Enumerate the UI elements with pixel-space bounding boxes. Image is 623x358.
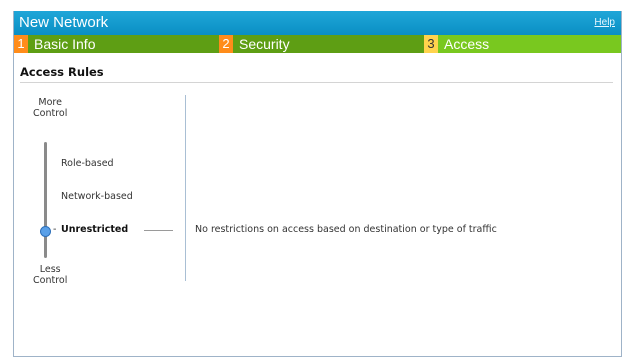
new-network-dialog: New Network Help 1 Basic Info 2 Security… <box>13 11 622 357</box>
tab-number: 2 <box>219 35 233 53</box>
tab-label: Security <box>239 36 290 52</box>
access-slider-thumb[interactable] <box>40 226 51 237</box>
tab-number: 1 <box>14 35 28 53</box>
option-role-based[interactable]: Role-based <box>61 158 114 169</box>
tab-basic-info[interactable]: 1 Basic Info <box>14 35 219 53</box>
access-slider-track[interactable] <box>44 142 47 258</box>
vertical-divider <box>185 95 186 281</box>
dialog-title: New Network <box>19 14 109 31</box>
title-bar: New Network Help <box>14 11 621 35</box>
tab-access[interactable]: 3 Access <box>424 35 621 53</box>
tab-label: Access <box>444 36 490 52</box>
more-control-label: More Control <box>33 97 67 119</box>
section-title: Access Rules <box>20 65 104 79</box>
tab-label: Basic Info <box>34 36 96 52</box>
tab-security[interactable]: 2 Security <box>219 35 424 53</box>
option-network-based[interactable]: Network-based <box>61 191 133 202</box>
less-control-label: Less Control <box>33 264 67 286</box>
tab-number: 3 <box>424 35 438 53</box>
slider-dash: - <box>53 224 57 235</box>
option-unrestricted[interactable]: Unrestricted <box>61 224 128 235</box>
more-control-text: More Control <box>33 97 68 119</box>
wizard-steps: 1 Basic Info 2 Security 3 Access <box>14 35 621 53</box>
less-control-text: Less Control <box>33 264 68 286</box>
section-divider <box>20 82 613 83</box>
option-connector-line <box>144 230 173 231</box>
access-description: No restrictions on access based on desti… <box>195 224 497 235</box>
help-link[interactable]: Help <box>594 17 615 28</box>
